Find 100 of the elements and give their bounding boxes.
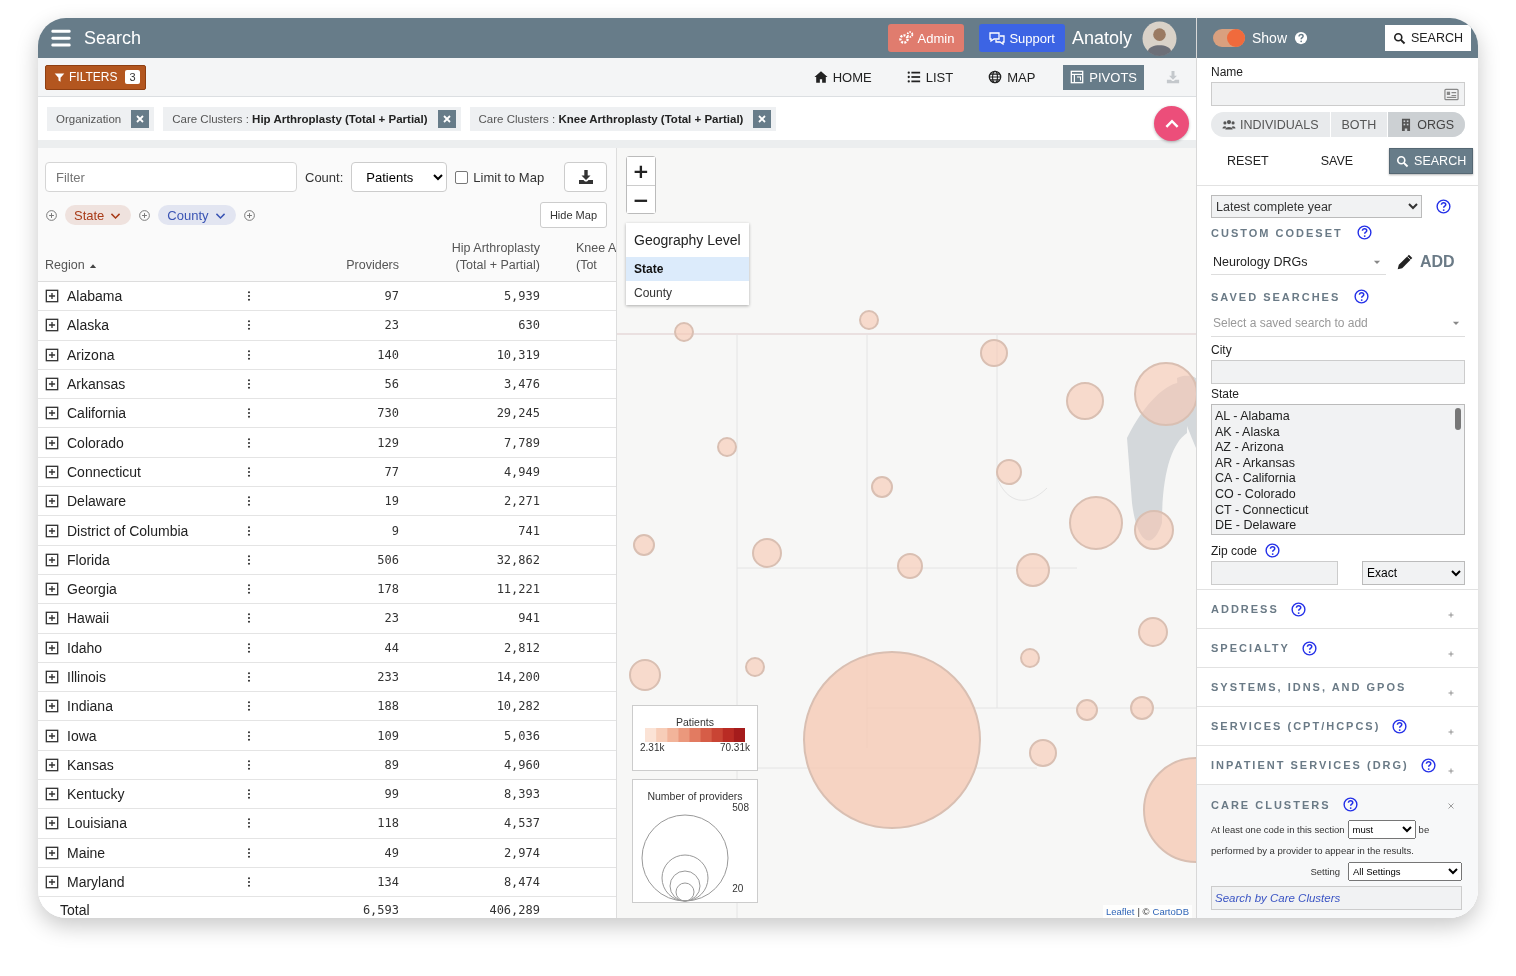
add-level-icon[interactable]	[138, 208, 152, 222]
name-field[interactable]	[1211, 82, 1465, 106]
region-name[interactable]: Florida	[67, 551, 235, 568]
attribution-link[interactable]: CartoDB	[1152, 906, 1189, 917]
user-name[interactable]: Anatoly	[1071, 27, 1132, 49]
list-option[interactable]: CO - Colorado	[1215, 486, 1449, 503]
setting-select[interactable]: All Settings	[1348, 862, 1462, 881]
zip-field[interactable]	[1211, 561, 1338, 585]
region-name[interactable]: Hawaii	[67, 610, 235, 627]
add-level-icon[interactable]	[242, 208, 256, 222]
remove-filter-button[interactable]	[753, 109, 772, 128]
filter-field[interactable]: Filter	[45, 162, 297, 192]
region-name[interactable]: Kansas	[67, 756, 235, 773]
mode-select[interactable]: must	[1347, 820, 1416, 839]
zoom-out-button[interactable]: −	[627, 185, 655, 213]
filters-button[interactable]: FILTERS 3	[45, 64, 146, 90]
region-name[interactable]: Alabama	[67, 288, 235, 305]
list-option[interactable]: AR - Arkansas	[1215, 455, 1449, 472]
attribution-link[interactable]: Leaflet	[1105, 906, 1135, 917]
menu-button[interactable]	[50, 27, 72, 49]
remove-filter-button[interactable]	[437, 109, 456, 128]
search-button[interactable]: SEARCH	[1384, 25, 1471, 51]
state-listbox[interactable]: AL - Alabama AK - Alaska AZ - Arizona AR - Arkansas CA - California CO - Colorado CT - Connecticut DE - Delaware	[1211, 404, 1465, 535]
save-button[interactable]: SAVE	[1304, 148, 1370, 174]
region-name[interactable]: Arizona	[67, 346, 235, 363]
pencil-icon[interactable]	[1396, 253, 1414, 271]
collapse-button[interactable]	[1446, 801, 1456, 811]
expand-icon[interactable]	[45, 611, 59, 626]
codeset-select[interactable]: Neurology DRGs	[1211, 249, 1386, 275]
column-header[interactable]: Knee A	[576, 240, 616, 257]
hide-map-button[interactable]: Hide Map	[539, 202, 607, 228]
period-select[interactable]: Latest complete year	[1211, 195, 1422, 218]
expand-icon[interactable]	[45, 435, 59, 450]
region-name[interactable]: Connecticut	[67, 463, 235, 480]
region-name[interactable]: Maine	[67, 844, 235, 861]
nav-tab[interactable]: HOME	[806, 64, 879, 90]
expand-icon[interactable]	[45, 464, 59, 479]
expand-icon[interactable]	[45, 757, 59, 772]
column-header[interactable]: (Tot	[576, 257, 616, 274]
region-name[interactable]: Iowa	[67, 727, 235, 744]
count-select[interactable]: Patients	[351, 162, 448, 192]
expand-icon[interactable]	[45, 670, 59, 684]
list-option[interactable]: AL - Alabama	[1215, 409, 1449, 425]
expand-icon[interactable]	[45, 289, 59, 304]
level-chip[interactable]: State	[65, 205, 132, 225]
expand-icon[interactable]	[45, 523, 59, 538]
section-title[interactable]: ADDRESS	[1211, 603, 1279, 615]
support-button[interactable]: Support	[979, 24, 1065, 52]
scrollbar-thumb[interactable]	[1455, 408, 1461, 430]
list-option[interactable]: AZ - Arizona	[1215, 440, 1449, 456]
section-title[interactable]: SERVICES (CPT/HCPCS)	[1211, 720, 1381, 732]
limit-checkbox[interactable]	[455, 170, 469, 184]
expand-icon[interactable]	[45, 728, 59, 743]
section-title[interactable]: CARE CLUSTERS	[1211, 798, 1331, 811]
add-button[interactable]: ADD	[1420, 253, 1455, 271]
region-name[interactable]: Louisiana	[67, 815, 235, 832]
region-name[interactable]: Illinois	[67, 669, 235, 685]
expand-icon[interactable]	[45, 347, 59, 362]
entity-toggle[interactable]: INDIVIDUALS	[1211, 112, 1331, 137]
download-button[interactable]	[564, 162, 607, 192]
expand-icon[interactable]	[45, 494, 59, 509]
expand-icon[interactable]	[45, 875, 59, 890]
section-title[interactable]: INPATIENT SERVICES (DRG)	[1211, 759, 1409, 771]
region-name[interactable]: Colorado	[67, 434, 235, 451]
reset-button[interactable]: RESET	[1211, 148, 1285, 174]
expand-icon[interactable]	[45, 787, 59, 802]
search-button[interactable]: SEARCH	[1389, 148, 1474, 174]
list-option[interactable]: CA - California	[1215, 471, 1449, 487]
level-chip[interactable]: County	[158, 205, 236, 225]
list-option[interactable]: DE - Delaware	[1215, 518, 1449, 534]
nav-tab[interactable]: LIST	[899, 64, 961, 90]
city-field[interactable]	[1211, 360, 1465, 384]
section-title[interactable]: SYSTEMS, IDNS, AND GPOS	[1211, 681, 1407, 693]
avatar[interactable]	[1142, 20, 1177, 56]
column-header[interactable]: Hip Arthroplasty	[451, 240, 540, 257]
geography-option[interactable]: County	[626, 281, 749, 305]
expand-icon[interactable]	[45, 406, 59, 421]
region-name[interactable]: District of Columbia	[67, 522, 235, 539]
column-header[interactable]: (Total + Partial)	[455, 257, 540, 274]
list-option[interactable]: CT - Connecticut	[1215, 502, 1449, 519]
entity-toggle[interactable]: ORGS	[1388, 112, 1465, 137]
column-header[interactable]: Providers	[346, 257, 399, 274]
region-name[interactable]: Maryland	[67, 874, 235, 891]
expand-icon[interactable]	[45, 816, 59, 831]
region-name[interactable]: Georgia	[67, 581, 235, 598]
section-title[interactable]: SPECIALTY	[1211, 642, 1290, 654]
expand-icon[interactable]	[45, 377, 59, 392]
geography-option[interactable]: State	[626, 257, 749, 281]
expand-icon[interactable]	[45, 552, 59, 567]
nav-tab[interactable]: MAP	[981, 64, 1043, 90]
region-name[interactable]: Arkansas	[67, 376, 235, 393]
expand-icon[interactable]	[45, 699, 59, 714]
remove-filter-button[interactable]	[131, 109, 150, 128]
expand-icon[interactable]	[45, 582, 59, 597]
expand-icon[interactable]	[45, 640, 59, 655]
expand-icon[interactable]	[45, 845, 59, 860]
match-select[interactable]: Exact	[1362, 561, 1465, 585]
region-name[interactable]: Indiana	[67, 698, 235, 715]
care-cluster-search-field[interactable]: Search by Care Clusters	[1211, 886, 1462, 910]
add-level-icon[interactable]	[45, 208, 58, 222]
